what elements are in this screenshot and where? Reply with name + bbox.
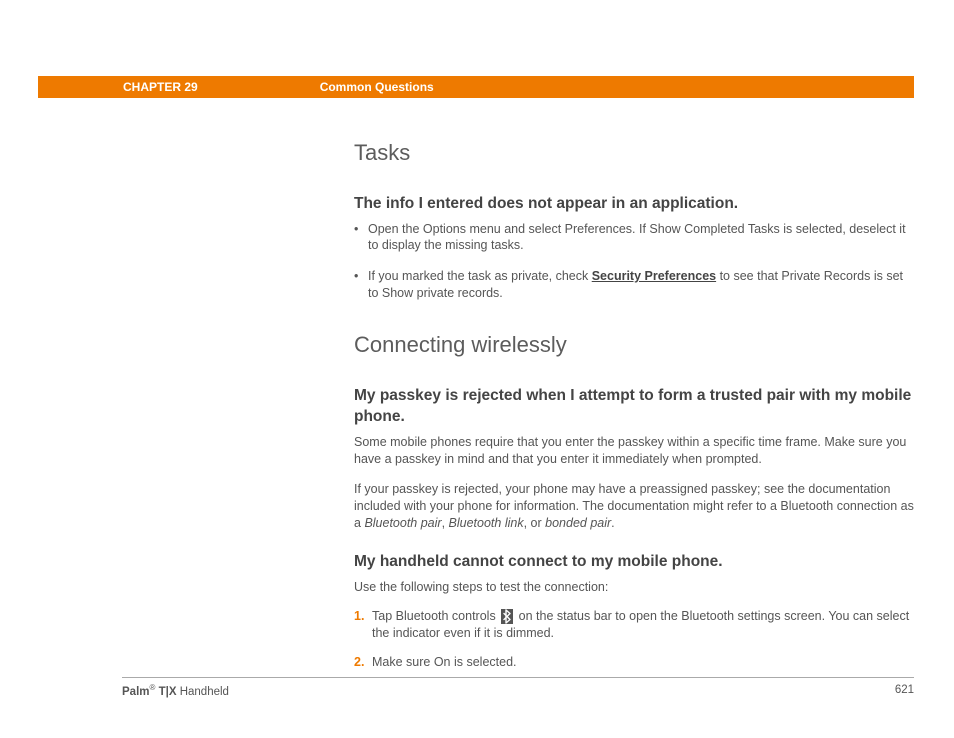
chapter-label: CHAPTER 29 <box>123 79 198 95</box>
brand-tail: Handheld <box>177 685 229 697</box>
section-title-tasks: Tasks <box>354 138 914 168</box>
bluetooth-icon <box>501 609 513 624</box>
italic-term: bonded pair <box>545 516 611 530</box>
qa-block: The info I entered does not appear in an… <box>354 194 914 302</box>
text-run: . <box>611 516 614 530</box>
bullet-icon: • <box>354 268 368 302</box>
brand-bold: Palm <box>122 685 150 697</box>
list-item: 1. Tap Bluetooth controls on the status … <box>354 608 914 642</box>
paragraph: Some mobile phones require that you ente… <box>354 434 914 468</box>
italic-term: Bluetooth pair <box>364 516 441 530</box>
italic-term: Bluetooth link <box>449 516 524 530</box>
list-item: • Open the Options menu and select Prefe… <box>354 221 914 255</box>
qa-block: My handheld cannot connect to my mobile … <box>354 552 914 670</box>
footer-divider <box>122 677 914 678</box>
paragraph: If your passkey is rejected, your phone … <box>354 481 914 532</box>
list-item: • If you marked the task as private, che… <box>354 268 914 302</box>
text-run: , <box>442 516 449 530</box>
bullet-text: Open the Options menu and select Prefere… <box>368 221 914 255</box>
product-name: Palm® T|X Handheld <box>122 683 229 700</box>
text-run: , or <box>524 516 546 530</box>
main-content: Tasks The info I entered does not appear… <box>354 138 914 690</box>
security-preferences-link[interactable]: Security Preferences <box>592 269 716 283</box>
page-footer: Palm® T|X Handheld 621 <box>122 683 914 700</box>
page-number: 621 <box>895 683 914 700</box>
bullet-text: If you marked the task as private, check… <box>368 268 914 302</box>
step-text: Tap Bluetooth controls on the status bar… <box>372 608 914 642</box>
bullet-icon: • <box>354 221 368 255</box>
section-label: Common Questions <box>320 79 434 95</box>
qa-heading: The info I entered does not appear in an… <box>354 194 914 215</box>
paragraph: Use the following steps to test the conn… <box>354 579 914 596</box>
qa-heading: My passkey is rejected when I attempt to… <box>354 386 914 428</box>
list-item: 2. Make sure On is selected. <box>354 654 914 671</box>
step-number: 1. <box>354 608 372 642</box>
text-run: If you marked the task as private, check <box>368 269 592 283</box>
chapter-header: CHAPTER 29 Common Questions <box>38 76 914 98</box>
text-run: Tap Bluetooth controls <box>372 609 499 623</box>
step-number: 2. <box>354 654 372 671</box>
step-text: Make sure On is selected. <box>372 654 914 671</box>
qa-block: My passkey is rejected when I attempt to… <box>354 386 914 532</box>
brand-model: T|X <box>155 685 176 697</box>
qa-heading: My handheld cannot connect to my mobile … <box>354 552 914 573</box>
section-title-wireless: Connecting wirelessly <box>354 330 914 360</box>
